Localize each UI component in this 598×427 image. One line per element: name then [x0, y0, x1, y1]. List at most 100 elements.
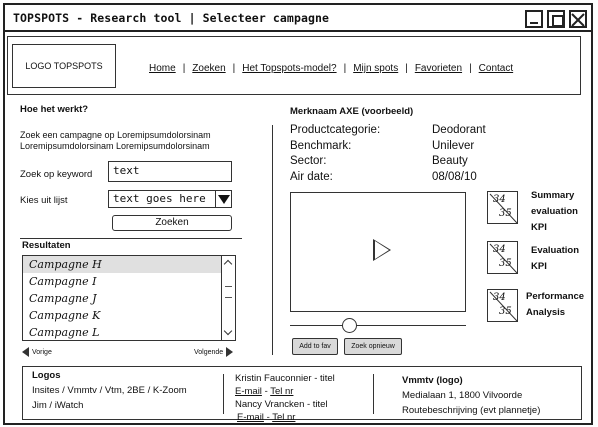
kpi-summary-label: Summary evaluation KPI [531, 188, 578, 236]
close-button[interactable] [569, 10, 587, 28]
meta-value: Beauty [432, 155, 468, 167]
next-label: Volgende [194, 348, 224, 356]
kpi-performance-box[interactable]: 34 35 [487, 289, 518, 322]
nav-separator: | [469, 63, 472, 74]
vmmtv-title: Vmmtv (logo) [402, 375, 463, 386]
nav-separator: | [232, 63, 236, 74]
minimize-button[interactable] [525, 10, 543, 28]
kpi-label-line: Summary [531, 190, 575, 201]
footer-logos: Logos Insites / Vmmtv / Vtm, 2BE / K-Zoo… [32, 368, 187, 413]
contact1-tel-link[interactable]: Tel nr [270, 386, 293, 397]
keyword-label: Zoek op keyword [20, 169, 93, 180]
meta-value: Unilever [432, 139, 475, 152]
title-bar: TOPSPOTS - Research tool | Selecteer cam… [5, 5, 591, 32]
arrow-right-icon [226, 347, 234, 357]
kpi-performance-label: Performance Analysis [526, 289, 584, 321]
main-nav: Home | Zoeken | Het Topspots-model? | Mijn spo… [149, 63, 513, 74]
nav-contact[interactable]: Contact [479, 63, 513, 74]
contact2-links: E-mail - Tel nr [235, 411, 335, 424]
footer-contacts: Kristin Fauconnier - titel E-mail - Tel … [235, 372, 335, 424]
meta-value: Deodorant [432, 124, 486, 136]
kpi-label-line: Analysis [526, 307, 566, 318]
nav-zoeken[interactable]: Zoeken [192, 63, 225, 74]
site-header: LOGO TOPSPOTS Home | Zoeken | Het Topspots-m… [7, 36, 581, 95]
kpi-evaluation-box[interactable]: 34 35 [487, 241, 518, 274]
kpi-bottom: 35 [499, 306, 512, 317]
video-progress-track[interactable] [290, 325, 466, 326]
prev-page-link[interactable]: Vorige [22, 347, 52, 357]
kpi-evaluation-label: Evaluation KPI [531, 243, 579, 275]
contact2-email-link[interactable]: E-mail [237, 412, 264, 423]
contact-separator: - [266, 412, 270, 423]
list-item[interactable]: Campagne L [23, 324, 235, 340]
kpi-label-line: Evaluation [531, 245, 580, 256]
contact2-tel-link[interactable]: Tel nr [272, 412, 295, 423]
next-page-link[interactable]: Volgende [194, 347, 234, 357]
kpi-bottom: 35 [499, 208, 512, 219]
vmmtv-address: Medialaan 1, 1800 Vilvoorde [402, 390, 523, 401]
footer-logos-title: Logos [32, 370, 61, 381]
search-intro-line1: Zoek een campagne op Loremipsumdolorsina… [20, 130, 211, 140]
nav-topspots-model[interactable]: Het Topspots-model? [242, 63, 336, 74]
meta-row: Benchmark: Unilever [290, 139, 486, 155]
nav-separator: | [405, 63, 408, 74]
meta-row: Air date: 08/08/10 [290, 170, 486, 186]
contact1-name: Kristin Fauconnier - titel [235, 373, 335, 384]
dropdown-arrow-icon[interactable] [215, 191, 231, 207]
list-item[interactable]: Campagne J [23, 290, 235, 307]
zoek-opnieuw-button[interactable]: Zoek opnieuw [344, 338, 402, 355]
nav-home[interactable]: Home [149, 63, 176, 74]
search-heading: Hoe het werkt? [20, 104, 89, 115]
close-icon [571, 13, 585, 27]
kpi-top: 34 [493, 292, 506, 303]
kpi-label-line: KPI [531, 261, 547, 272]
results-heading: Resultaten [22, 240, 71, 251]
scroll-down-icon[interactable] [224, 330, 233, 337]
nav-mijn-spots[interactable]: Mijn spots [353, 63, 398, 74]
kpi-label-line: KPI [531, 222, 547, 233]
nav-favorieten[interactable]: Favorieten [415, 63, 462, 74]
list-select[interactable]: text goes here [108, 190, 232, 208]
search-intro-line2: Loremipsumdolorsinam Loremipsumdolorsina… [20, 141, 210, 151]
nav-separator: | [343, 63, 347, 74]
meta-value: 08/08/10 [432, 170, 477, 183]
contact2-name: Nancy Vrancken - titel [235, 399, 328, 410]
footer-vmmtv: Vmmtv (logo) Medialaan 1, 1800 Vilvoorde… [402, 373, 540, 418]
meta-row: Productcategorie: Deodorant [290, 123, 486, 139]
meta-key: Benchmark: [290, 139, 352, 152]
campaign-meta: Productcategorie: Deodorant Benchmark: Uni… [290, 123, 486, 185]
meta-row: Sector: Beauty [290, 154, 486, 170]
results-scrollbar[interactable] [221, 256, 235, 340]
results-list[interactable]: Campagne H Campagne I Campagne J Campagn… [22, 255, 236, 341]
footer-divider [373, 374, 374, 414]
scroll-thumb[interactable] [225, 286, 232, 298]
logo: LOGO TOPSPOTS [12, 44, 116, 88]
list-label: Kies uit lijst [20, 195, 68, 206]
kpi-summary-box[interactable]: 34 35 [487, 191, 518, 224]
list-item[interactable]: Campagne H [23, 256, 235, 273]
meta-key: Productcategorie: [290, 124, 381, 136]
divider [20, 238, 242, 239]
keyword-input[interactable]: text [108, 161, 232, 182]
site-footer: Logos Insites / Vmmtv / Vtm, 2BE / K-Zoo… [22, 366, 582, 423]
vmmtv-route-link[interactable]: Routebeschrijving (evt plannetje) [402, 403, 540, 418]
video-player[interactable] [290, 192, 466, 312]
column-divider [272, 125, 273, 355]
scroll-up-icon[interactable] [224, 259, 233, 266]
list-item[interactable]: Campagne K [23, 307, 235, 324]
meta-key: Air date: [290, 170, 333, 183]
contact-separator: - [264, 386, 268, 397]
kpi-top: 34 [493, 244, 506, 255]
zoeken-button[interactable]: Zoeken [112, 215, 232, 231]
contact1-email-link[interactable]: E-mail [235, 386, 262, 397]
list-select-value: text goes here [113, 192, 206, 205]
list-item[interactable]: Campagne I [23, 273, 235, 290]
footer-logos-line1: Insites / Vmmtv / Vtm, 2BE / K-Zoom [32, 385, 187, 396]
nav-separator: | [182, 63, 186, 74]
play-icon[interactable] [373, 239, 391, 261]
kpi-bottom: 35 [499, 258, 512, 269]
maximize-button[interactable] [547, 10, 565, 28]
add-to-fav-button[interactable]: Add to fav [292, 338, 338, 355]
kpi-top: 34 [493, 194, 506, 205]
meta-key: Sector: [290, 155, 327, 167]
